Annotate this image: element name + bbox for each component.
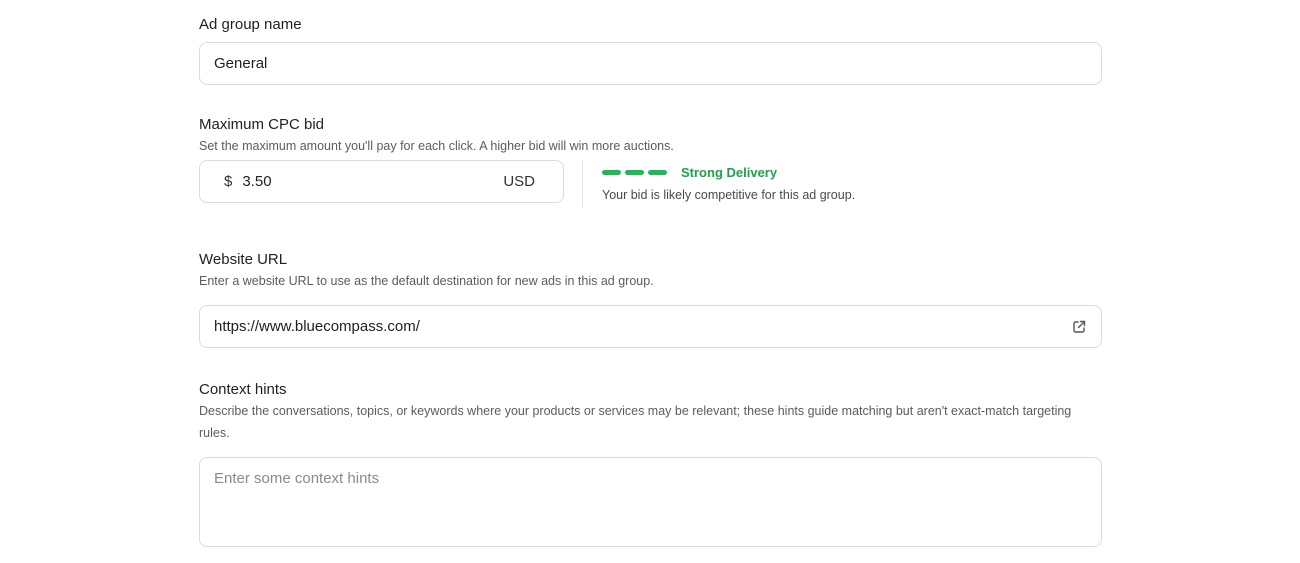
currency-symbol: $ (224, 173, 233, 190)
max-cpc-label: Maximum CPC bid (199, 116, 325, 133)
delivery-dash (625, 169, 644, 175)
ad-group-name-field[interactable] (199, 42, 1102, 85)
delivery-note: Your bid is likely competitive for this … (602, 188, 856, 202)
ad-group-name-input[interactable] (214, 55, 1087, 72)
website-url-input[interactable] (214, 318, 1071, 335)
max-cpc-input-group: $ (224, 173, 423, 190)
website-url-section: Website URL Enter a website URL to use a… (199, 250, 1102, 348)
context-hints-section: Context hints Describe the conversations… (199, 380, 1102, 547)
currency-unit: USD (503, 173, 535, 190)
max-cpc-row: $ USD Strong Delivery Your bid is likely… (199, 160, 1102, 208)
max-cpc-help: Set the maximum amount you'll pay for ea… (199, 139, 674, 153)
max-cpc-field[interactable]: $ USD (199, 160, 564, 203)
context-hints-textarea[interactable] (214, 470, 1087, 534)
delivery-indicator: Strong Delivery Your bid is likely compe… (602, 160, 855, 202)
website-url-help: Enter a website URL to use as the defaul… (199, 274, 654, 288)
context-hints-field[interactable] (199, 457, 1102, 547)
external-link-icon[interactable] (1071, 319, 1087, 335)
delivery-dash (648, 169, 667, 175)
max-cpc-input[interactable] (242, 173, 423, 190)
cpc-divider (582, 160, 583, 208)
max-cpc-section: Maximum CPC bid Set the maximum amount y… (199, 115, 1102, 208)
website-url-label: Website URL (199, 251, 288, 268)
delivery-dash (602, 169, 621, 175)
website-url-field[interactable] (199, 305, 1102, 348)
context-hints-label: Context hints (199, 381, 287, 398)
delivery-status: Strong Delivery (681, 164, 778, 180)
delivery-status-row: Strong Delivery (602, 162, 855, 182)
ad-group-name-section: Ad group name (199, 15, 1102, 85)
delivery-strength-icon (602, 169, 671, 175)
context-hints-help: Describe the conversations, topics, or k… (199, 404, 1072, 440)
ad-group-name-label: Ad group name (199, 16, 302, 33)
